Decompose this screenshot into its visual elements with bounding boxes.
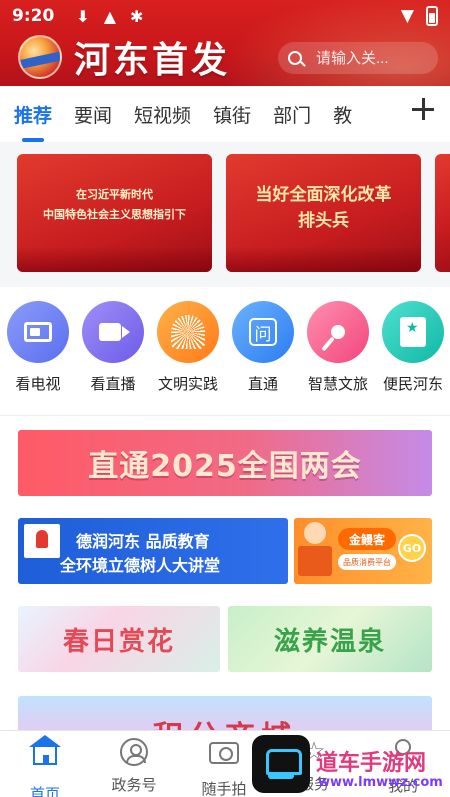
ask-icon: 问 [232,301,294,363]
camera-icon [209,742,239,772]
watermark-text: 道车手游网 [316,751,427,776]
video-icon [82,301,144,363]
hot-spring-banner[interactable]: 滋养温泉 [228,606,432,672]
tab-education[interactable]: 教 [333,101,353,128]
carousel-card-line1: 当好全面深化改革 [255,185,392,205]
nav-snapshot[interactable]: 随手拍 [189,737,259,797]
add-channel-icon[interactable] [410,96,436,122]
banner-line1: 德润河东 品质教育 [76,532,210,551]
tab-departments[interactable]: 部门 [273,101,311,128]
wifi-icon: ▼ [400,6,414,26]
two-sessions-banner[interactable]: 直通2025全国两会 [18,430,432,496]
bookmark-icon [382,301,444,363]
tab-towns[interactable]: 镇街 [213,101,251,128]
gov-account-icon [119,738,149,768]
tv-icon [7,301,69,363]
service-label: 直通 [247,375,278,393]
status-time: 9:20 [12,6,55,26]
download-icon: ⬇ [76,6,90,26]
service-label: 便民河东 [382,375,443,393]
banner-line2: 全环境立德树人大讲堂 [60,556,221,575]
search-icon [288,51,302,65]
carousel-card-line1: 在习近平新时代 [76,188,153,201]
cart-illustration [298,546,332,576]
fan-icon [157,301,219,363]
service-civilization-practice[interactable]: 文明实践 [150,301,226,394]
nav-gov-accounts[interactable]: 政务号 [99,737,169,795]
service-label: 智慧文旅 [307,375,368,393]
watermark: 道车手游网 www.lmwwz.com [252,733,450,797]
service-watch-tv[interactable]: 看电视 [0,301,76,394]
carousel-card-partial[interactable] [435,154,450,272]
service-label: 文明实践 [157,375,218,393]
microphone-icon [307,301,369,363]
education-logo [24,524,60,558]
carousel-card-line2: 排头兵 [298,211,349,231]
nav-label: 政务号 [111,776,157,794]
tab-recommend[interactable]: 推荐 [14,101,52,142]
watermark-url: www.lmwwz.com [318,775,443,790]
spring-flowers-banner[interactable]: 春日赏花 [18,606,220,672]
bug-icon: ✱ [130,6,144,26]
card-decoration [17,246,212,272]
tab-short-video[interactable]: 短视频 [134,101,191,128]
carousel-card-line2: 中国特色社会主义思想指引下 [43,208,186,221]
header-bar: 9:20 ⬇ ▲ ✱ ▼ 河东首发 [0,0,450,86]
service-smart-tourism[interactable]: 智慧文旅 [300,301,376,394]
banner-title: 金鳗客 [338,528,396,550]
nav-label: 随手拍 [201,780,247,797]
service-direct[interactable]: 问 直通 [225,301,301,394]
service-convenience[interactable]: 便民河东 [375,301,450,394]
service-watch-live[interactable]: 看直播 [75,301,151,394]
carousel-card[interactable]: 在习近平新时代 中国特色社会主义思想指引下 [17,154,212,272]
banner-subtitle: 品质消费平台 [338,554,396,570]
education-banner[interactable]: 德润河东 品质教育 全环境立德树人大讲堂 [18,518,288,584]
carousel: 在习近平新时代 中国特色社会主义思想指引下 当好全面深化改革 排头兵 [0,142,450,287]
channel-tabs: 推荐 要闻 短视频 镇街 部门 教 [0,86,450,142]
watermark-logo [252,735,310,793]
shopping-banner[interactable]: 金鳗客 品质消费平台 GO [294,518,432,584]
status-bar: 9:20 ⬇ ▲ ✱ ▼ [0,0,450,32]
search-bar[interactable] [278,42,438,74]
banner-title: 滋养温泉 [273,626,386,657]
banner-title: 直通2025全国两会 [88,449,362,484]
brand-name: 河东首发 [74,39,231,81]
battery-icon [426,6,438,26]
banner-title: 春日赏花 [62,626,175,657]
promo-feed: 直通2025全国两会 德润河东 品质教育 全环境立德树人大讲堂 金鳗客 品质消费… [0,415,450,736]
search-input[interactable] [316,49,416,67]
nav-label: 首页 [29,785,60,797]
brand-logo [18,35,62,79]
nav-home[interactable]: 首页 [10,735,80,797]
service-label: 看电视 [15,375,61,393]
service-grid: 看电视 看直播 文明实践 问 直通 智慧文旅 便民河东 [0,287,450,415]
app-notification-icon: ▲ [103,6,117,26]
person-illustration [304,522,326,544]
brand: 河东首发 [18,35,230,81]
home-icon [29,735,61,777]
app-screen: 9:20 ⬇ ▲ ✱ ▼ 河东首发 推荐 要闻 短视频 镇街 部门 教 在习近平… [0,0,450,797]
tab-news[interactable]: 要闻 [74,101,112,128]
go-button: GO [398,534,426,562]
card-decoration [226,246,421,272]
service-label: 看直播 [90,375,136,393]
carousel-card[interactable]: 当好全面深化改革 排头兵 [226,154,421,272]
